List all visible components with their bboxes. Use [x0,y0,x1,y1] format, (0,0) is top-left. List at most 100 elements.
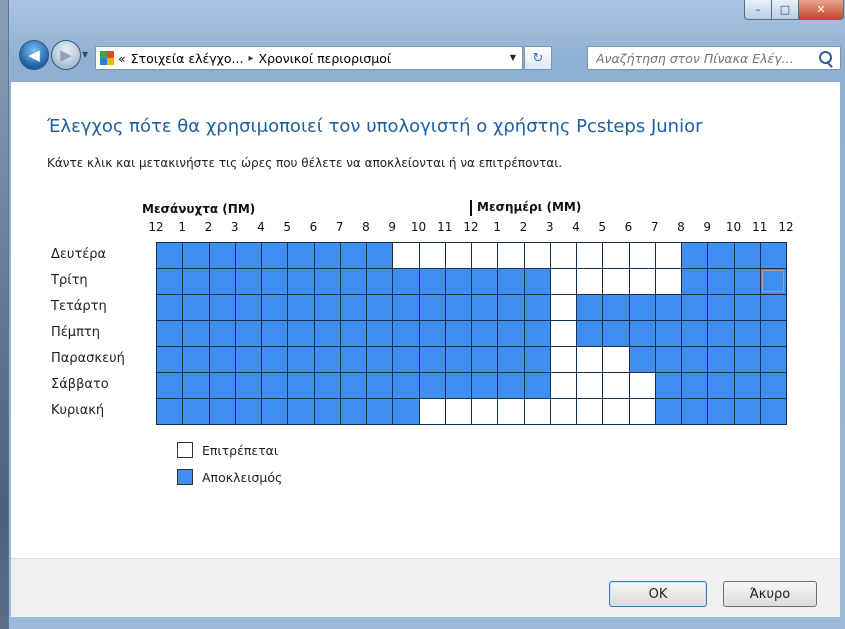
address-bar[interactable]: « Στοιχεία ελέγχο... ▸ Χρονικοί περιορισ… [95,46,523,70]
time-cell[interactable] [523,398,550,424]
time-cell[interactable] [182,398,209,424]
breadcrumb-separator-icon[interactable]: ▸ [248,53,253,64]
time-cell[interactable] [313,294,340,320]
time-cell[interactable] [208,320,235,346]
time-cell[interactable] [654,268,681,294]
time-cell[interactable] [182,294,209,320]
time-cell[interactable] [182,372,209,398]
time-cell[interactable] [208,268,235,294]
time-cell[interactable] [182,346,209,372]
breadcrumb-item-time-limits[interactable]: Χρονικοί περιορισμοί [259,51,392,66]
time-cell[interactable] [261,242,288,268]
search-input[interactable] [594,49,818,67]
time-cell[interactable] [182,242,209,268]
time-cell[interactable] [681,346,708,372]
time-cell[interactable] [208,242,235,268]
time-cell[interactable] [208,398,235,424]
time-cell[interactable] [523,242,550,268]
time-cell[interactable] [392,268,419,294]
time-cell[interactable] [234,346,261,372]
time-cell[interactable] [759,372,786,398]
time-cell[interactable] [313,398,340,424]
time-cell[interactable] [313,242,340,268]
time-cell[interactable] [549,294,576,320]
time-cell[interactable] [733,268,760,294]
breadcrumb-overflow[interactable]: « [118,51,126,66]
time-cell[interactable] [208,372,235,398]
search-box[interactable] [587,46,841,70]
time-cell[interactable] [444,320,471,346]
time-cell[interactable] [471,242,498,268]
time-cell[interactable] [523,268,550,294]
time-cell[interactable] [156,242,183,268]
time-cell[interactable] [366,294,393,320]
time-cell[interactable] [234,398,261,424]
time-cell[interactable] [366,372,393,398]
time-cell[interactable] [681,398,708,424]
time-cell[interactable] [759,398,786,424]
time-cell[interactable] [576,242,603,268]
maximize-button[interactable]: □ [771,0,799,20]
time-cell[interactable] [681,372,708,398]
time-cell[interactable] [234,372,261,398]
time-cell[interactable] [576,320,603,346]
time-cell[interactable] [681,294,708,320]
time-cell[interactable] [287,398,314,424]
time-cell[interactable] [366,242,393,268]
time-cell[interactable] [182,320,209,346]
time-cell[interactable] [497,372,524,398]
time-cell[interactable] [287,242,314,268]
time-cell[interactable] [759,320,786,346]
time-cell[interactable] [444,242,471,268]
time-cell[interactable] [733,294,760,320]
time-cell[interactable] [523,372,550,398]
time-cell[interactable] [628,372,655,398]
time-cell[interactable] [681,320,708,346]
time-cell[interactable] [602,268,629,294]
back-button[interactable]: ◀ [19,40,49,70]
time-cell[interactable] [339,294,366,320]
time-cell[interactable] [497,294,524,320]
time-cell[interactable] [418,372,445,398]
recent-pages-dropdown-icon[interactable]: ▼ [82,50,88,59]
breadcrumb-item-user-accounts[interactable]: Στοιχεία ελέγχο... [131,51,244,66]
time-cell[interactable] [418,320,445,346]
time-cell[interactable] [156,294,183,320]
time-cell[interactable] [339,268,366,294]
time-cell[interactable] [471,268,498,294]
time-cell[interactable] [707,320,734,346]
time-cell[interactable] [261,268,288,294]
time-cell[interactable] [208,294,235,320]
time-grid[interactable] [156,242,787,425]
time-cell[interactable] [549,242,576,268]
time-cell[interactable] [471,398,498,424]
cancel-button[interactable]: Άκυρο [723,581,817,607]
time-cell[interactable] [549,320,576,346]
time-cell[interactable] [602,372,629,398]
time-cell[interactable] [576,268,603,294]
time-cell[interactable] [418,346,445,372]
time-cell[interactable] [707,398,734,424]
time-cell[interactable] [418,268,445,294]
address-dropdown-icon[interactable]: ▼ [510,53,516,62]
time-cell[interactable] [339,372,366,398]
time-cell[interactable] [628,398,655,424]
time-cell[interactable] [759,242,786,268]
time-cell[interactable] [733,372,760,398]
time-cell[interactable] [418,398,445,424]
time-cell[interactable] [182,268,209,294]
time-cell[interactable] [471,294,498,320]
time-cell[interactable] [523,346,550,372]
time-cell[interactable] [654,242,681,268]
time-cell[interactable] [759,268,786,294]
time-cell[interactable] [654,398,681,424]
minimize-button[interactable]: – [744,0,772,20]
time-cell[interactable] [444,268,471,294]
search-icon[interactable] [819,51,832,64]
time-cell[interactable] [392,320,419,346]
time-cell[interactable] [523,294,550,320]
close-button[interactable]: ✕ [798,0,844,20]
time-cell[interactable] [339,320,366,346]
time-cell[interactable] [654,372,681,398]
time-cell[interactable] [628,242,655,268]
